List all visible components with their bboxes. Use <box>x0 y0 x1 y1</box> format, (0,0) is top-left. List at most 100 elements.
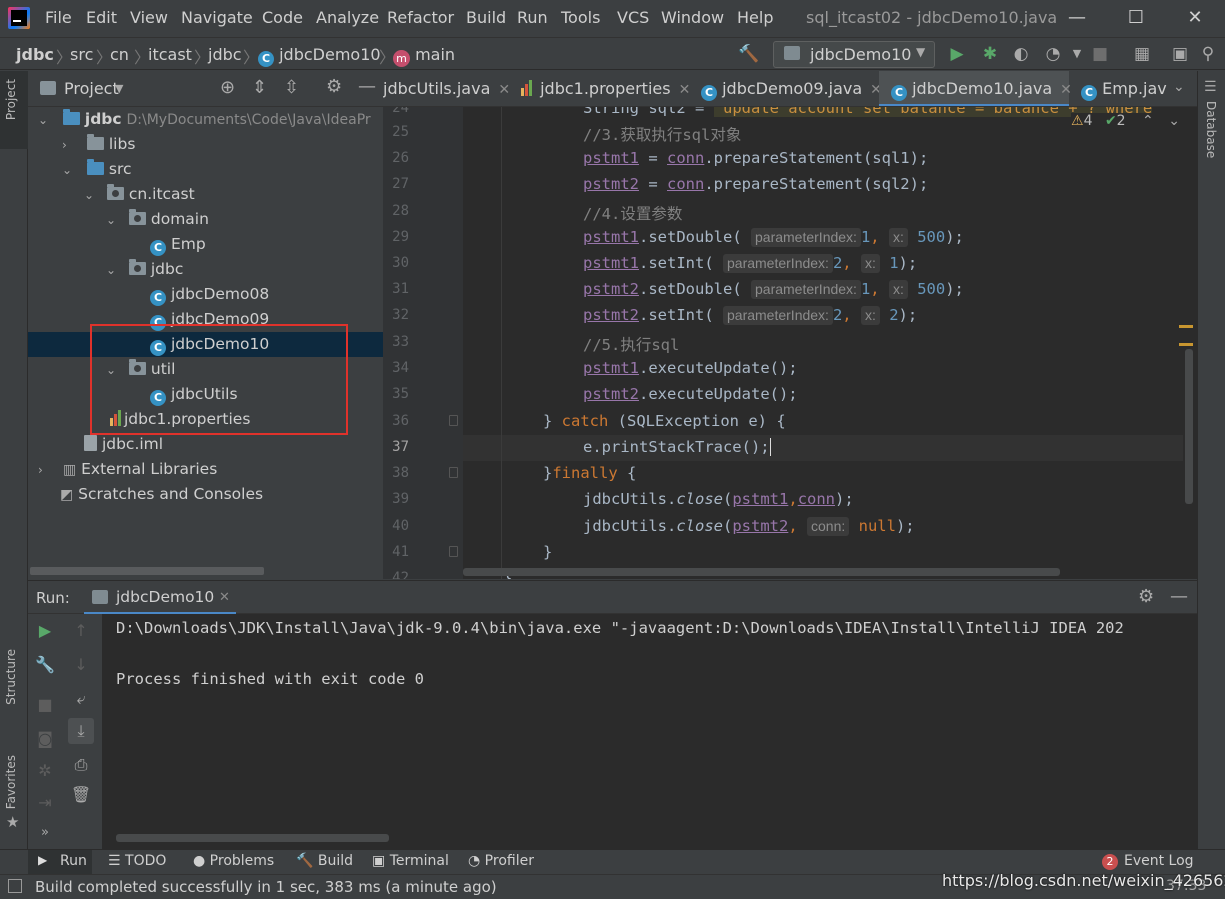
print-icon[interactable]: ⎙ <box>70 754 92 776</box>
tab-jdbcdemo10[interactable]: C jdbcDemo10.java ✕ <box>879 71 1072 106</box>
maximize-icon[interactable]: ☐ <box>1121 4 1151 32</box>
profile-icon[interactable]: ◔ <box>1043 44 1063 64</box>
terminal-icon[interactable]: ▣ <box>1170 44 1190 64</box>
favorites-tool-label[interactable]: Favorites <box>4 755 18 809</box>
breadcrumb-itcast[interactable]: itcast <box>148 45 192 64</box>
tree-item-scratches[interactable]: ◩ Scratches and Consoles <box>28 482 383 507</box>
menu-edit[interactable]: Edit <box>86 8 117 27</box>
close-tab-icon[interactable]: ✕ <box>679 82 691 98</box>
problems-tool-tab[interactable]: ● Problems <box>193 853 274 869</box>
soft-wrap-icon[interactable]: ⤶ <box>70 688 92 710</box>
rerun-icon[interactable]: ▶ <box>34 620 56 642</box>
search-icon[interactable]: ⚲ <box>1198 44 1218 64</box>
editor-vertical-scrollbar[interactable] <box>1185 349 1193 504</box>
settings-icon[interactable]: ✲ <box>34 760 56 782</box>
chevron-down-icon[interactable]: ⌄ <box>62 158 74 183</box>
tree-item-jdbc-iml[interactable]: jdbc.iml <box>28 432 383 457</box>
fold-marker-icon[interactable] <box>449 415 458 426</box>
expand-all-icon[interactable]: ⇕ <box>252 77 267 98</box>
run-configuration-select[interactable]: jdbcDemo10 ▼ <box>773 41 935 68</box>
editor-horizontal-scrollbar[interactable] <box>463 568 1060 576</box>
stop-icon[interactable]: ■ <box>1090 44 1110 64</box>
tree-item-jdbc-package[interactable]: ⌄ jdbc <box>28 257 383 282</box>
menu-window[interactable]: Window <box>661 8 724 27</box>
tab-jdbcdemo09[interactable]: C jdbcDemo09.java ✕ <box>701 71 882 106</box>
tab-list-chevron-icon[interactable]: ⌄ <box>1173 79 1185 95</box>
profiler-tool-tab[interactable]: ◔ Profiler <box>468 853 534 869</box>
chevron-right-icon[interactable]: › <box>62 133 74 158</box>
scroll-to-end-icon[interactable]: ⤓ <box>68 718 94 744</box>
collapse-all-icon[interactable]: ⇳ <box>284 77 299 98</box>
tool-windows-toggle-icon[interactable] <box>8 879 22 893</box>
chevron-down-icon[interactable]: ⌄ <box>106 258 118 283</box>
debug-icon[interactable]: ✱ <box>980 44 1000 64</box>
run-tab-jdbcdemo10[interactable]: jdbcDemo10 ✕ <box>84 581 236 615</box>
menu-file[interactable]: File <box>45 8 72 27</box>
trash-icon[interactable]: 🗑 <box>70 784 92 806</box>
menu-vcs[interactable]: VCS <box>617 8 649 27</box>
fold-marker-icon[interactable] <box>449 546 458 557</box>
menu-run[interactable]: Run <box>517 8 548 27</box>
minimize-icon[interactable]: — <box>1062 4 1092 32</box>
breadcrumb-jdbc[interactable]: jdbc <box>16 45 54 64</box>
chevron-right-icon[interactable]: › <box>38 458 50 483</box>
console-horizontal-scrollbar[interactable] <box>116 834 389 842</box>
menu-navigate[interactable]: Navigate <box>181 8 253 27</box>
close-tab-icon[interactable]: ✕ <box>498 82 510 98</box>
breadcrumb-src[interactable]: src <box>70 45 93 64</box>
project-panel-title[interactable]: Project <box>64 79 119 98</box>
tree-item-src[interactable]: ⌄ src <box>28 157 383 182</box>
stop-icon[interactable]: ■ <box>34 694 56 716</box>
fold-marker-icon[interactable] <box>449 467 458 478</box>
previous-highlight-icon[interactable]: ⌃ <box>1142 113 1154 129</box>
tree-item-emp[interactable]: C Emp <box>28 232 383 257</box>
run-tool-tab[interactable]: ▶ Run <box>28 850 92 874</box>
hide-panel-icon[interactable]: — <box>358 76 376 97</box>
tree-item-domain[interactable]: ⌄ domain <box>28 207 383 232</box>
tree-item-libs[interactable]: › libs <box>28 132 383 157</box>
code-editor[interactable]: 24 25 26 27 28 29 30 31 32 33 34 35 36 3… <box>383 107 1197 579</box>
menu-view[interactable]: View <box>130 8 168 27</box>
project-tool-tab[interactable]: Project <box>0 71 28 149</box>
chevron-down-icon[interactable]: ⌄ <box>38 108 50 133</box>
terminal-tool-tab[interactable]: ▣ Terminal <box>372 853 449 869</box>
menu-analyze[interactable]: Analyze <box>316 8 379 27</box>
build-hammer-icon[interactable]: 🔨 <box>738 44 759 64</box>
chevron-down-icon[interactable]: ▼ <box>115 82 123 95</box>
warning-stripe[interactable] <box>1179 343 1193 346</box>
tree-item-jdbc-module[interactable]: ⌄ jdbc D:\MyDocuments\Code\Java\IdeaPr <box>28 107 383 132</box>
gear-icon[interactable]: ⚙ <box>1138 586 1154 607</box>
build-tool-tab[interactable]: 🔨 Build <box>296 853 353 869</box>
event-log-tab[interactable]: Event Log <box>1124 853 1194 869</box>
more-run-chevron-icon[interactable]: ▼ <box>1067 44 1087 64</box>
run-console[interactable]: D:\Downloads\JDK\Install\Java\jdk-9.0.4\… <box>102 614 1197 849</box>
structure-tool-label[interactable]: Structure <box>4 649 18 705</box>
run-icon[interactable]: ▶ <box>947 44 967 64</box>
breadcrumb-method[interactable]: m main <box>393 45 455 67</box>
breadcrumb-cn[interactable]: cn <box>110 45 129 64</box>
database-tool-label[interactable]: Database <box>1204 101 1218 158</box>
close-tab-icon[interactable]: ✕ <box>219 590 230 605</box>
next-highlight-icon[interactable]: ⌄ <box>1168 113 1180 129</box>
project-horizontal-scrollbar[interactable] <box>30 567 264 575</box>
tab-emp[interactable]: C Emp.jav <box>1081 71 1171 106</box>
close-tab-icon[interactable]: ✕ <box>1060 82 1072 98</box>
gear-icon[interactable]: ⚙ <box>326 76 342 97</box>
tab-jdbcutils[interactable]: jdbcUtils.java ✕ <box>383 71 515 106</box>
warning-stripe[interactable] <box>1179 325 1193 328</box>
up-arrow-icon[interactable]: ↑ <box>70 620 92 642</box>
tab-jdbc1-properties[interactable]: jdbc1.properties ✕ <box>519 71 691 106</box>
chevron-down-icon[interactable]: ⌄ <box>106 208 118 233</box>
camera-icon[interactable]: ◙ <box>34 728 56 750</box>
menu-code[interactable]: Code <box>262 8 303 27</box>
status-message[interactable]: Build completed successfully in 1 sec, 3… <box>35 878 497 896</box>
todo-tool-tab[interactable]: ☰ TODO <box>108 853 166 869</box>
menu-help[interactable]: Help <box>737 8 773 27</box>
more-icon[interactable]: » <box>34 822 56 844</box>
menu-build[interactable]: Build <box>466 8 506 27</box>
chevron-down-icon[interactable]: ⌄ <box>84 183 96 208</box>
locate-icon[interactable]: ⊕ <box>220 77 235 98</box>
menu-refactor[interactable]: Refactor <box>387 8 454 27</box>
tree-item-jdbcdemo08[interactable]: C jdbcDemo08 <box>28 282 383 307</box>
coverage-icon[interactable]: ◐ <box>1011 44 1031 64</box>
